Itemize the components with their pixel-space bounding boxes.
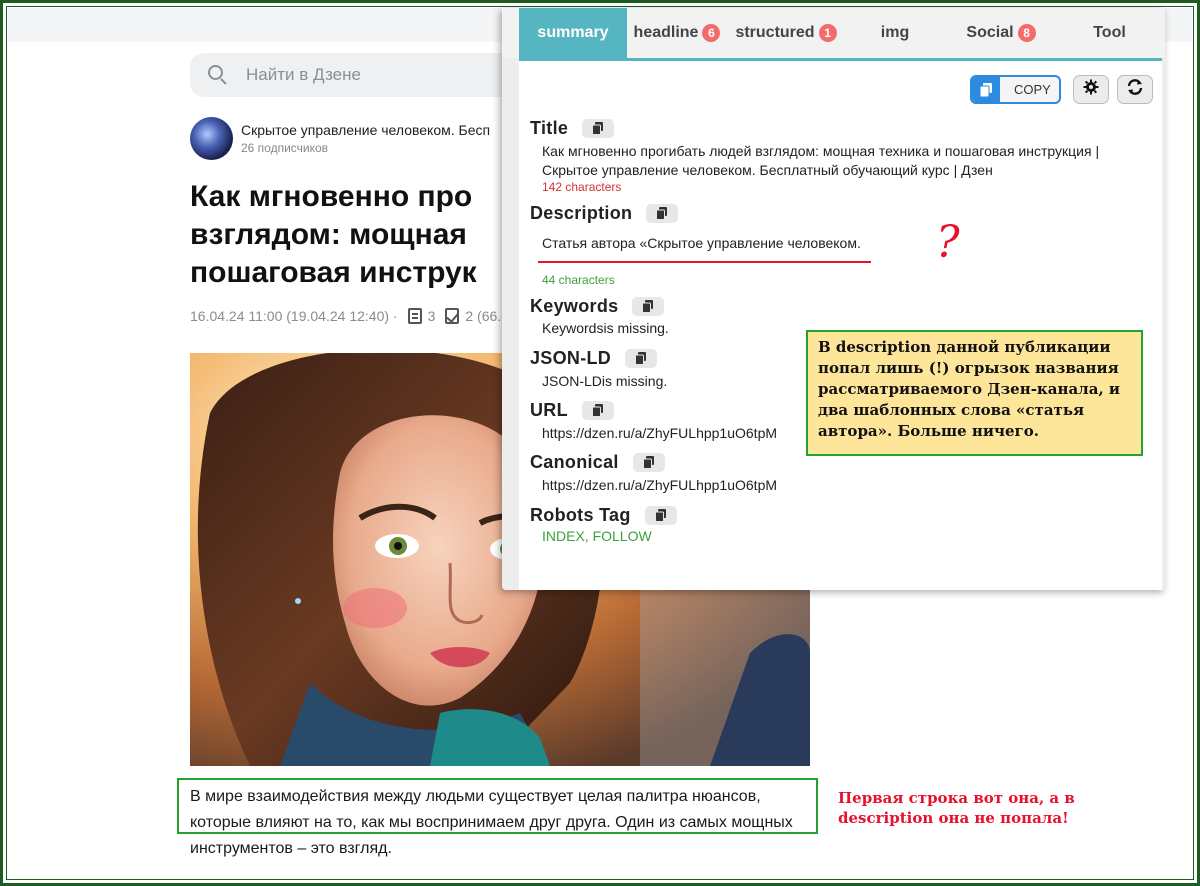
title-char-count: 142 characters — [542, 180, 622, 194]
copy-url-button[interactable] — [581, 401, 614, 420]
copy-label: COPY — [1014, 82, 1051, 97]
search-icon — [208, 65, 228, 85]
keywords-section-heading: Keywords — [530, 296, 665, 317]
seo-extension-popup: summary headline 6 structured 1 img Social… — [502, 8, 1165, 590]
jsonld-section-heading: JSON-LD — [530, 348, 658, 369]
section-label: Canonical — [530, 452, 619, 472]
title-section-heading: Title — [530, 118, 615, 139]
tab-badge: 8 — [1017, 24, 1036, 42]
refresh-button[interactable] — [1117, 75, 1153, 104]
copy-icon — [642, 456, 654, 469]
settings-button[interactable] — [1073, 75, 1109, 104]
tab-badge: 1 — [818, 24, 837, 42]
popup-tab-bar: summary headline 6 structured 1 img Social… — [502, 8, 1165, 58]
copy-icon — [654, 509, 666, 522]
tab-label: Social — [966, 24, 1014, 41]
tab-label: structured — [735, 24, 815, 41]
section-label: Title — [530, 118, 569, 138]
copy-robots-button[interactable] — [644, 506, 677, 525]
channel-subscribers: 26 подписчиков — [241, 141, 329, 155]
keywords-value: Keywordsis missing. — [542, 320, 669, 336]
red-question-mark: ? — [936, 217, 960, 268]
red-annotation-note: Первая строка вот она, а в description о… — [838, 789, 1075, 827]
description-red-underline — [538, 261, 871, 263]
popup-left-rail — [502, 58, 519, 590]
url-section-heading: URL — [530, 400, 614, 421]
gear-icon — [1083, 79, 1099, 100]
robots-value: INDEX, FOLLOW — [542, 528, 652, 544]
tab-badge: 6 — [702, 24, 721, 42]
article-title: Как мгновенно про взглядом: мощная пошаг… — [190, 180, 477, 289]
copy-icon — [656, 207, 668, 220]
section-label: URL — [530, 400, 568, 420]
popup-scrollbar[interactable] — [1162, 58, 1165, 590]
comments-count: 3 — [427, 308, 436, 324]
article-meta: 16.04.24 11:00 (19.04.24 12:40) · 3 2 (6… — [190, 308, 509, 324]
description-value: Статья автора «Скрытое управление челове… — [542, 235, 861, 251]
tab-headline[interactable]: headline 6 — [627, 8, 727, 58]
copy-icon — [592, 122, 604, 135]
comments-icon — [407, 308, 422, 324]
canonical-section-heading: Canonical — [530, 452, 665, 473]
tab-img[interactable]: img — [845, 8, 945, 58]
copy-title-button[interactable] — [582, 119, 615, 138]
copy-icon — [642, 300, 654, 313]
section-label: Robots Tag — [530, 505, 631, 525]
copy-jsonld-button[interactable] — [625, 349, 658, 368]
section-label: Keywords — [530, 296, 619, 316]
copy-icon — [972, 77, 1000, 102]
copy-canonical-button[interactable] — [632, 453, 665, 472]
tab-summary[interactable]: summary — [519, 8, 627, 58]
tab-label: Tool — [1093, 24, 1126, 41]
description-char-count: 44 characters — [542, 273, 615, 287]
article-lead-paragraph: В мире взаимодействия между людьми сущес… — [190, 788, 793, 857]
canonical-value[interactable]: https://dzen.ru/a/ZhyFULhpp1uO6tpM — [542, 476, 777, 495]
copy-description-button[interactable] — [646, 204, 679, 223]
copy-keywords-button[interactable] — [632, 297, 665, 316]
channel-name[interactable]: Скрытое управление человеком. Бесп — [241, 122, 490, 138]
robots-section-heading: Robots Tag — [530, 505, 677, 526]
copy-icon — [591, 404, 603, 417]
url-value[interactable]: https://dzen.ru/a/ZhyFULhpp1uO6tpM — [542, 424, 777, 443]
channel-avatar[interactable] — [190, 117, 233, 160]
tab-underline — [519, 58, 1162, 61]
tab-label: img — [880, 24, 910, 41]
search-input[interactable] — [246, 65, 546, 85]
tab-social[interactable]: Social 8 — [945, 8, 1057, 58]
title-value: Как мгновенно прогибать людей взглядом: … — [542, 143, 1100, 178]
section-label: JSON-LD — [530, 348, 612, 368]
refresh-icon — [1126, 78, 1144, 101]
reads-icon — [445, 308, 460, 324]
yellow-callout-annotation: В description данной публикации попал ли… — [806, 330, 1143, 456]
jsonld-value: JSON-LDis missing. — [542, 373, 668, 389]
tab-label: headline — [633, 24, 699, 41]
tab-label: summary — [537, 24, 609, 41]
copy-icon — [635, 352, 647, 365]
channel-header[interactable]: Скрытое управление человеком. Бесп 26 по… — [190, 117, 490, 160]
article-date: 16.04.24 11:00 (19.04.24 12:40) · — [190, 308, 398, 324]
tab-structured[interactable]: structured 1 — [727, 8, 845, 58]
tab-tool[interactable]: Tool — [1057, 8, 1162, 58]
description-section-heading: Description — [530, 203, 679, 224]
section-label: Description — [530, 203, 633, 223]
copy-all-button[interactable]: COPY — [970, 75, 1061, 104]
